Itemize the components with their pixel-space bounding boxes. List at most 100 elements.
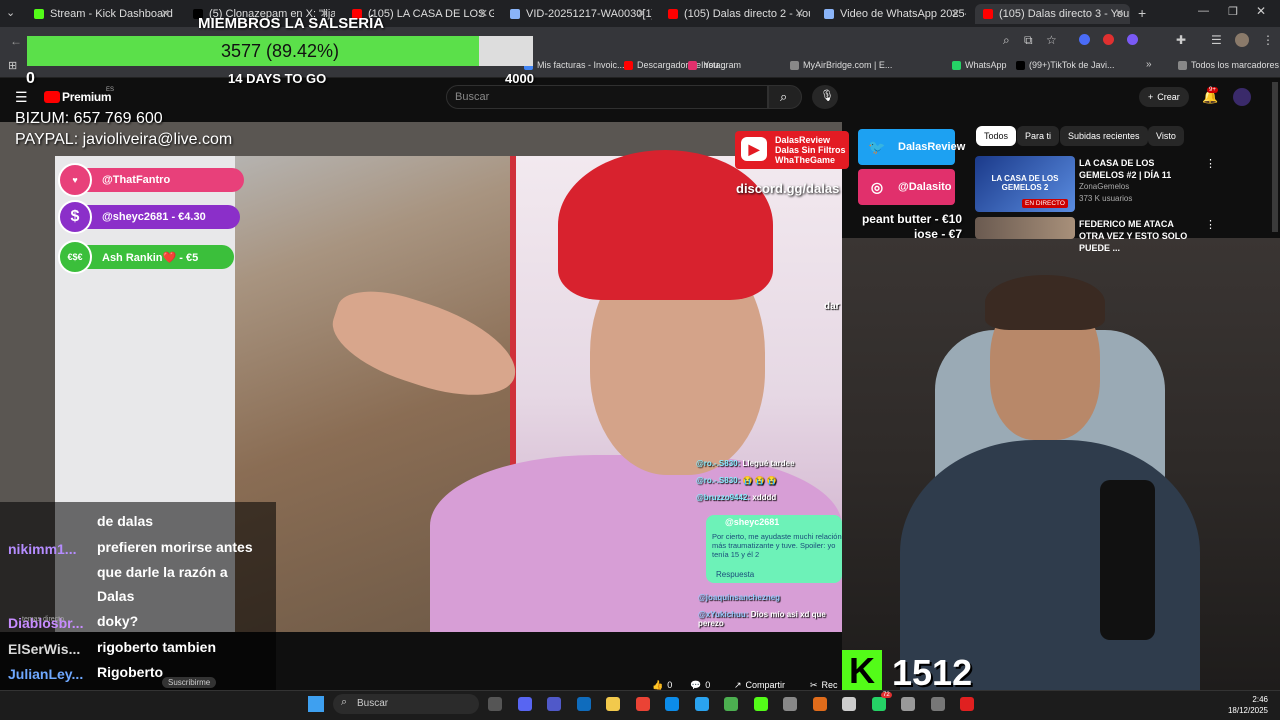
tab-close-icon[interactable]: ✕ — [161, 7, 170, 20]
twitter-social-box: 🐦 DalasReview — [858, 129, 965, 165]
kick-card-user: @sheyc2681 — [725, 517, 780, 527]
more-options-icon[interactable]: ⋮ — [1205, 218, 1216, 231]
teams-icon[interactable] — [547, 697, 561, 711]
mic-button[interactable]: 🎙 — [812, 85, 838, 109]
browser-tab[interactable]: Stream - Kick Dashboard ✕ — [26, 4, 176, 24]
bookmark-item[interactable]: Mis facturas - Invoic... — [524, 60, 625, 70]
browser-tab[interactable]: (105) Dalas directo 3 - You ✕ — [975, 4, 1130, 24]
search-icon: ⌕ — [780, 89, 788, 104]
bookmark-item[interactable]: MyAirBridge.com | E... — [790, 60, 892, 70]
bookmark-label: WhatsApp — [965, 60, 1007, 70]
extension-icon[interactable] — [1103, 34, 1114, 45]
chat-message: doky? — [97, 613, 139, 629]
filter-chip[interactable]: Todos — [976, 126, 1017, 146]
recommendation-channel[interactable]: ZonaGemelos — [1079, 182, 1129, 191]
maximize-icon[interactable]: ❐ — [1228, 5, 1238, 18]
browser-tab[interactable]: VID-20251217-WA0030[1].mp4✕ — [502, 4, 652, 24]
chat-username[interactable]: ElSerWis... — [8, 641, 80, 657]
bookmark-label: Mis facturas - Invoic... — [537, 60, 625, 70]
kick-icon[interactable] — [753, 697, 768, 711]
profile-avatar[interactable] — [1235, 33, 1249, 47]
tab-label: (105) LA CASA DE LOS GEMELO... — [368, 8, 494, 20]
bookmark-icon — [1016, 60, 1025, 70]
tab-close-icon[interactable]: ✕ — [951, 7, 960, 20]
acrobat-icon[interactable] — [960, 697, 974, 711]
chrome-icon[interactable] — [635, 697, 650, 711]
chat-username[interactable]: nikimm1... — [8, 541, 76, 557]
new-tab-button[interactable]: + — [1138, 5, 1146, 21]
discord-icon[interactable] — [517, 697, 532, 711]
telegram-icon[interactable] — [694, 697, 709, 711]
task-view-icon[interactable] — [488, 697, 502, 711]
windows-start-icon[interactable] — [308, 696, 324, 712]
outlook-icon[interactable] — [576, 697, 591, 711]
hamburger-icon[interactable]: ☰ — [15, 89, 28, 106]
bookmark-icon — [790, 60, 799, 70]
kick-viewer-count: 1512 — [892, 652, 973, 693]
tab-close-icon[interactable]: ✕ — [637, 7, 646, 20]
edge-icon[interactable] — [665, 697, 679, 711]
filter-chip[interactable]: Visto — [1148, 126, 1184, 146]
tab-favicon-icon — [824, 9, 834, 19]
app-icon[interactable] — [724, 697, 738, 711]
search-button[interactable]: ⌕ — [768, 85, 802, 109]
app-icon[interactable] — [783, 697, 797, 711]
system-clock[interactable]: 2:46 18/12/2025 — [1222, 694, 1268, 716]
all-bookmarks-link[interactable]: Todos los marcadores — [1178, 60, 1279, 70]
tab-search-icon[interactable]: ⌄ — [6, 6, 15, 19]
extension-icon[interactable] — [1079, 34, 1090, 45]
chat-username[interactable]: JulianLey... — [8, 666, 83, 682]
bookmark-item[interactable]: Instagram — [688, 60, 741, 70]
minimize-icon[interactable]: — — [1198, 5, 1209, 17]
subscribe-button[interactable]: Suscribirme — [162, 677, 217, 688]
avatar[interactable] — [1233, 88, 1251, 106]
app-icon[interactable] — [901, 697, 915, 711]
back-icon[interactable]: ← — [10, 34, 22, 48]
more-bookmarks-icon[interactable]: » — [1146, 59, 1152, 70]
sidebar-icon[interactable]: ☰ — [1211, 33, 1222, 47]
filter-chip[interactable]: Para ti — [1017, 126, 1060, 146]
twitter-icon: 🐦 — [868, 138, 886, 155]
star-icon[interactable]: ☆ — [1046, 33, 1057, 47]
plus-icon: + — [1148, 92, 1154, 102]
browser-tab[interactable]: (105) Dalas directo 2 - YouTube✕ — [660, 4, 810, 24]
goal-min: 0 — [26, 70, 35, 87]
app-icon[interactable] — [842, 697, 856, 711]
cast-icon[interactable]: ⧉ — [1024, 33, 1033, 48]
create-button[interactable]: + Crear — [1139, 87, 1189, 107]
browser-tab[interactable]: Video de WhatsApp 2025-12-1...✕ — [816, 4, 966, 24]
recommendation-title[interactable]: FEDERICO ME ATACA OTRA VEZ Y ESTO SOLO P… — [1079, 218, 1199, 254]
tab-close-icon[interactable]: ✕ — [1115, 7, 1124, 20]
taskbar-search[interactable]: Buscar — [333, 694, 479, 714]
whatsapp-icon[interactable] — [871, 697, 886, 711]
region-label: ES — [106, 87, 115, 93]
scrollbar[interactable] — [1272, 82, 1278, 232]
bookmark-item[interactable]: (99+)TikTok de Javi... — [1016, 60, 1114, 70]
apps-icon[interactable]: ⊞ — [8, 59, 17, 72]
filter-chip[interactable]: Subidas recientes — [1060, 126, 1148, 146]
search-input[interactable]: Buscar — [446, 85, 768, 109]
recommendation-thumbnail[interactable] — [975, 217, 1075, 239]
close-window-icon[interactable]: ✕ — [1256, 4, 1266, 18]
app-icon[interactable] — [812, 697, 827, 711]
youtube-logo-icon[interactable] — [44, 91, 60, 103]
tab-close-icon[interactable]: ✕ — [479, 7, 488, 20]
goal-days-left: 14 DAYS TO GO — [228, 71, 327, 86]
recommendation-title[interactable]: LA CASA DE LOS GEMELOS #2 | DÍA 11 — [1079, 157, 1199, 181]
menu-icon[interactable]: ⋮ — [1262, 33, 1274, 47]
inner-chat-line: @ro.-.S830: Llegué tardee — [696, 459, 795, 468]
discord-link: discord.gg/dalas — [736, 181, 840, 196]
more-options-icon[interactable]: ⋮ — [1205, 157, 1216, 170]
whatsapp-badge: 72 — [881, 692, 892, 698]
file-explorer-icon[interactable] — [606, 697, 620, 711]
zoom-icon[interactable]: ⌕ — [1003, 33, 1010, 48]
share-icon: ↗ — [734, 679, 742, 690]
app-icon[interactable] — [930, 697, 945, 711]
youtube-logo-text[interactable]: Premium — [62, 90, 112, 104]
puzzle-icon[interactable]: ✚ — [1176, 33, 1186, 47]
extension-icon[interactable] — [1127, 34, 1138, 45]
tab-favicon-icon — [983, 9, 993, 19]
bookmark-icon — [952, 60, 961, 70]
bookmark-item[interactable]: WhatsApp — [952, 60, 1007, 70]
tab-close-icon[interactable]: ✕ — [795, 7, 804, 20]
